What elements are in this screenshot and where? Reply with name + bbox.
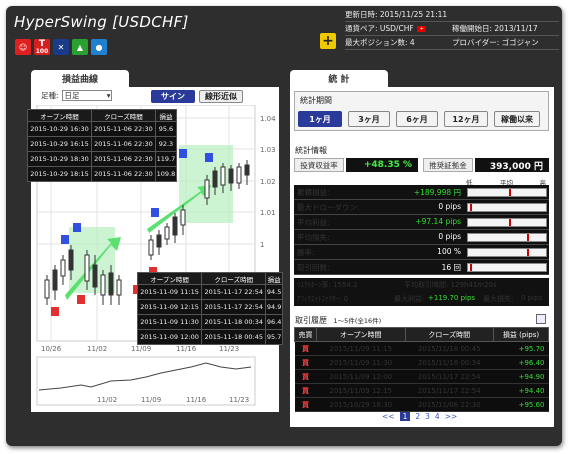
pagination: << 1 2 3 4 >> bbox=[382, 412, 457, 421]
x-tick-label: 11/09 bbox=[131, 345, 151, 353]
table-row: 2015-10-29 18:30 2015-11-06 22:30 119.7 bbox=[27, 151, 178, 167]
stat-row: 勝率: 100 % bbox=[294, 245, 549, 260]
page-3[interactable]: 3 bbox=[425, 412, 430, 421]
tab-6-months[interactable]: 6ヶ月 bbox=[396, 111, 438, 127]
icon-bar: ☺ T 100 ✕ ▲ ● bbox=[15, 39, 107, 55]
flag-icon[interactable]: ✕ bbox=[53, 39, 69, 55]
table-row: 2015-10-29 16:15 2015-11-06 22:30 92.3 bbox=[27, 136, 178, 152]
tab-1-month[interactable]: 1ヶ月 bbox=[298, 111, 342, 127]
stat-row: 平均損失: 0 pips bbox=[294, 230, 549, 245]
stat-gauge bbox=[467, 203, 547, 212]
start-date: 稼働開始日: 2013/11/17 bbox=[452, 24, 538, 33]
x-tick-label: 11/16 bbox=[176, 345, 197, 353]
tab-since-start[interactable]: 稼働以来 bbox=[494, 111, 540, 127]
table-row[interactable]: 買 2015/11/09 12:15 2015/11/17 22:54 +94.40 bbox=[294, 383, 549, 398]
period-box: 統計期間 1ヶ月 3ヶ月 6ヶ月 12ヶ月 稼働以来 bbox=[294, 91, 549, 131]
svg-text:11/16: 11/16 bbox=[186, 396, 207, 404]
y-tick-label: 1 bbox=[260, 241, 264, 249]
period-select[interactable]: 足種: 日足 ▾ bbox=[41, 90, 112, 101]
x-tick-label: 11/23 bbox=[219, 345, 239, 353]
table-row[interactable]: 買 2015/10/29 16:30 2015/11/06 22:30 +95.60 bbox=[294, 397, 549, 412]
y-tick-label: 1.03 bbox=[260, 146, 276, 154]
table-row[interactable]: 買 2015/11/09 12:00 2015/11/17 22:54 +94.90 bbox=[294, 369, 549, 384]
y-tick-label: 1.01 bbox=[260, 209, 276, 217]
margin-value: 393,000 円 bbox=[475, 158, 549, 172]
table-row[interactable]: 買 2015/11/09 11:15 2015/11/18 00:45 +95.70 bbox=[294, 341, 549, 356]
history-title: 取引履歴 1～5件(全16件) bbox=[295, 316, 382, 325]
stat-gauge bbox=[467, 218, 547, 227]
table-row: 2015-11-09 11:15 2015-11-17 22:54 94.5 bbox=[136, 284, 283, 300]
tab-12-months[interactable]: 12ヶ月 bbox=[444, 111, 488, 127]
svg-text:11/23: 11/23 bbox=[229, 396, 249, 404]
page-2[interactable]: 2 bbox=[415, 412, 420, 421]
sign-button[interactable]: サイン bbox=[151, 90, 195, 103]
swiss-flag-icon: + bbox=[416, 25, 426, 32]
y-axis-ticks: 1.04 1.03 1.02 1.01 1 bbox=[260, 115, 276, 249]
roi-label: 投資収益率 bbox=[294, 158, 344, 172]
y-tick-label: 1.04 bbox=[260, 115, 276, 123]
x-axis-ticks: 10/26 11/02 11/09 11/16 11/23 bbox=[41, 345, 239, 353]
linear-fit-button[interactable]: 線形近似 bbox=[199, 90, 243, 103]
svg-text:11/02: 11/02 bbox=[97, 396, 117, 404]
chevron-down-icon: ▾ bbox=[106, 91, 111, 100]
stat-row: 取引回数: 16 回 bbox=[294, 260, 549, 275]
tab-pnl-curve[interactable]: 損益曲線 bbox=[31, 70, 129, 87]
extra-stats-row-2: ｱﾌｨﾘｴｲﾄﾌｧｸﾀｰ: 0 最大利益: +119.70 pips 最大損失:… bbox=[294, 292, 549, 306]
currency-pair: 通貨ペア: USD/CHF bbox=[345, 24, 414, 33]
history-table: 売買 オープン時間 クローズ時間 損益 (pips) 買 2015/11/09 1… bbox=[294, 327, 549, 412]
page-last[interactable]: >> bbox=[445, 412, 458, 421]
page-4[interactable]: 4 bbox=[435, 412, 440, 421]
page-first[interactable]: << bbox=[382, 412, 395, 421]
trade-popup-1: オープン時間 クローズ時間 損益 2015-10-29 16:30 2015-11-0… bbox=[27, 109, 178, 182]
x-tick-label: 10/26 bbox=[41, 345, 62, 353]
table-row[interactable]: 買 2015/11/09 11:30 2015/11/18 00:34 +96.40 bbox=[294, 355, 549, 370]
stat-gauge bbox=[467, 248, 547, 257]
chart-panel: 足種: 日足 ▾ サイン 線形近似 1.04 1.03 1.02 1.01 1 … bbox=[27, 87, 283, 412]
app-window: HyperSwing [USDCHF] ☺ T 100 ✕ ▲ ● + 更新日時:… bbox=[6, 6, 562, 446]
table-row: 2015-11-09 11:30 2015-11-18 00:34 96.4 bbox=[136, 314, 283, 330]
y-tick-label: 1.02 bbox=[260, 178, 276, 186]
extra-stats-row-1: ﾘｽｸﾘﾀｰﾝ率: 1554.2 平均取引時間: 129h41m20s bbox=[294, 278, 549, 292]
trade-popup-2: オープン時間 クローズ時間 損益 2015-11-09 11:15 2015-11-1… bbox=[136, 272, 283, 345]
svg-text:11/09: 11/09 bbox=[141, 396, 161, 404]
margin-label: 推奨証拠金 bbox=[423, 158, 473, 172]
tab-3-months[interactable]: 3ヶ月 bbox=[348, 111, 390, 127]
stat-gauge bbox=[467, 263, 547, 272]
tab-stats[interactable]: 統 計 bbox=[290, 70, 388, 87]
period-title: 統計期間 bbox=[300, 96, 332, 105]
page-1[interactable]: 1 bbox=[399, 412, 411, 421]
smile-icon[interactable]: ☺ bbox=[15, 39, 31, 55]
stat-row: 平均利益: +97.14 pips bbox=[294, 215, 549, 230]
updated-date: 更新日時: 2015/11/25 21:11 bbox=[345, 10, 448, 19]
table-row: 2015-11-09 12:15 2015-11-17 22:54 94.9 bbox=[136, 299, 283, 315]
table-row: 2015-11-09 12:00 2015-11-18 00:45 95.7 bbox=[136, 329, 283, 345]
stat-gauge bbox=[467, 188, 547, 197]
stat-row: 累積損益: +189,998 円 bbox=[294, 185, 549, 200]
globe-icon[interactable]: ● bbox=[91, 39, 107, 55]
provider: プロバイダー: ゴゴジャン bbox=[452, 38, 539, 47]
roi-value: +48.35 % bbox=[346, 158, 418, 172]
stats-panel: 統計期間 1ヶ月 3ヶ月 6ヶ月 12ヶ月 稼働以来 統計情報 投資収益率 +4… bbox=[290, 87, 554, 427]
info-panel: 更新日時: 2015/11/25 21:11 通貨ペア: USD/CHF + 稼働… bbox=[345, 8, 559, 50]
up-arrow-icon[interactable]: ▲ bbox=[72, 39, 88, 55]
score-100-icon[interactable]: T 100 bbox=[34, 39, 50, 55]
app-title: HyperSwing [USDCHF] bbox=[14, 13, 189, 31]
table-row: 2015-10-29 16:30 2015-11-06 22:30 95.6 bbox=[27, 121, 178, 137]
stat-row: 最大ドローダウン: 0 pips bbox=[294, 200, 549, 215]
add-favorite-button[interactable]: + bbox=[320, 33, 336, 49]
export-icon[interactable] bbox=[536, 314, 546, 324]
x-tick-label: 11/02 bbox=[87, 345, 107, 353]
stats-title: 統計情報 bbox=[295, 146, 327, 155]
table-row: 2015-10-29 18:15 2015-11-06 22:30 109.8 bbox=[27, 166, 178, 182]
max-positions: 最大ポジション数: 4 bbox=[345, 38, 415, 47]
stat-gauge bbox=[467, 233, 547, 242]
